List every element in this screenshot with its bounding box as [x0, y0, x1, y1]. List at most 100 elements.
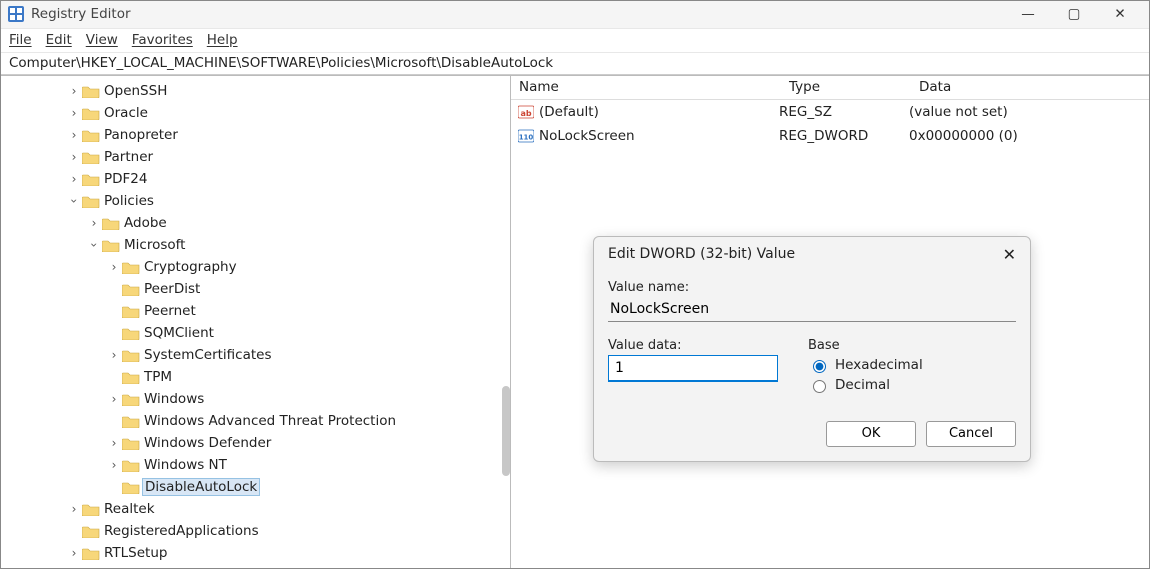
chevron-right-icon[interactable]: › — [106, 260, 122, 274]
chevron-right-icon[interactable]: › — [106, 348, 122, 362]
window-title: Registry Editor — [31, 6, 131, 22]
tree-node-watp[interactable]: Windows Advanced Threat Protection — [1, 410, 510, 432]
tree-node-oracle[interactable]: ›Oracle — [1, 102, 510, 124]
tree-node-realtek[interactable]: ›Realtek — [1, 498, 510, 520]
tree-node-tpm[interactable]: TPM — [1, 366, 510, 388]
folder-icon — [122, 458, 140, 472]
dialog-titlebar: Edit DWORD (32-bit) Value ✕ — [594, 237, 1030, 272]
ok-button[interactable]: OK — [826, 421, 916, 447]
folder-icon — [82, 546, 100, 560]
folder-icon — [82, 106, 100, 120]
value-name-input[interactable] — [608, 297, 1016, 322]
tree-node-pdf24[interactable]: ›PDF24 — [1, 168, 510, 190]
folder-icon — [102, 238, 120, 252]
column-type[interactable]: Type — [781, 76, 911, 99]
title-bar: Registry Editor — ▢ ✕ — [1, 1, 1149, 29]
value-row-nolockscreen[interactable]: NoLockScreen REG_DWORD 0x00000000 (0) — [511, 124, 1149, 148]
close-button[interactable]: ✕ — [1097, 1, 1143, 28]
tree-node-partner[interactable]: ›Partner — [1, 146, 510, 168]
tree-node-systemcertificates[interactable]: ›SystemCertificates — [1, 344, 510, 366]
registry-tree[interactable]: ›OpenSSH ›Oracle ›Panopreter ›Partner ›P… — [1, 76, 510, 568]
chevron-right-icon[interactable]: › — [66, 172, 82, 186]
column-data[interactable]: Data — [911, 76, 1149, 99]
chevron-down-icon[interactable]: › — [67, 193, 81, 209]
folder-icon — [122, 414, 140, 428]
value-data-input[interactable] — [608, 355, 778, 382]
menu-favorites[interactable]: Favorites — [132, 32, 193, 48]
menu-help[interactable]: Help — [207, 32, 238, 48]
radio-hex-input[interactable] — [813, 360, 826, 373]
tree-pane: ›OpenSSH ›Oracle ›Panopreter ›Partner ›P… — [1, 76, 511, 568]
edit-dword-dialog: Edit DWORD (32-bit) Value ✕ Value name: … — [593, 236, 1031, 462]
cancel-button[interactable]: Cancel — [926, 421, 1016, 447]
tree-node-windows-defender[interactable]: ›Windows Defender — [1, 432, 510, 454]
folder-icon — [122, 348, 140, 362]
address-bar[interactable]: Computer\HKEY_LOCAL_MACHINE\SOFTWARE\Pol… — [1, 53, 1149, 75]
chevron-right-icon[interactable]: › — [66, 106, 82, 120]
chevron-right-icon[interactable]: › — [66, 546, 82, 560]
content-area: ›OpenSSH ›Oracle ›Panopreter ›Partner ›P… — [1, 75, 1149, 568]
menu-file[interactable]: File — [9, 32, 32, 48]
app-icon — [7, 5, 25, 23]
tree-node-windows[interactable]: ›Windows — [1, 388, 510, 410]
tree-node-panopreter[interactable]: ›Panopreter — [1, 124, 510, 146]
tree-node-cryptography[interactable]: ›Cryptography — [1, 256, 510, 278]
value-data-label: Value data: — [608, 338, 788, 353]
radio-decimal[interactable]: Decimal — [808, 377, 1016, 393]
chevron-right-icon[interactable]: › — [86, 216, 102, 230]
value-name-label: Value name: — [608, 280, 1016, 295]
value-row-default[interactable]: (Default) REG_SZ (value not set) — [511, 100, 1149, 124]
chevron-right-icon[interactable]: › — [66, 128, 82, 142]
folder-icon — [82, 128, 100, 142]
folder-icon — [122, 282, 140, 296]
folder-icon — [82, 502, 100, 516]
column-headers: Name Type Data — [511, 76, 1149, 100]
menu-view[interactable]: View — [86, 32, 118, 48]
tree-node-registeredapplications[interactable]: RegisteredApplications — [1, 520, 510, 542]
tree-node-policies[interactable]: ›Policies — [1, 190, 510, 212]
folder-icon — [122, 304, 140, 318]
folder-icon — [122, 436, 140, 450]
tree-node-windows-nt[interactable]: ›Windows NT — [1, 454, 510, 476]
folder-icon — [82, 172, 100, 186]
tree-node-disableautolock[interactable]: DisableAutoLock — [1, 476, 510, 498]
folder-icon — [82, 524, 100, 538]
address-path: Computer\HKEY_LOCAL_MACHINE\SOFTWARE\Pol… — [9, 55, 553, 71]
chevron-right-icon[interactable]: › — [66, 502, 82, 516]
folder-icon — [82, 194, 100, 208]
tree-node-openssh[interactable]: ›OpenSSH — [1, 80, 510, 102]
base-label: Base — [808, 338, 1016, 353]
folder-icon — [122, 480, 140, 494]
maximize-button[interactable]: ▢ — [1051, 1, 1097, 28]
tree-node-sqmclient[interactable]: SQMClient — [1, 322, 510, 344]
tree-node-peernet[interactable]: Peernet — [1, 300, 510, 322]
menu-bar: File Edit View Favorites Help — [1, 29, 1149, 53]
values-pane: Name Type Data (Default) REG_SZ (value n… — [511, 76, 1149, 568]
window-root: Registry Editor — ▢ ✕ File Edit View Fav… — [0, 0, 1150, 569]
folder-icon — [82, 150, 100, 164]
chevron-right-icon[interactable]: › — [106, 458, 122, 472]
tree-node-adobe[interactable]: ›Adobe — [1, 212, 510, 234]
chevron-right-icon[interactable]: › — [66, 150, 82, 164]
tree-node-rtlsetup[interactable]: ›RTLSetup — [1, 542, 510, 564]
chevron-right-icon[interactable]: › — [66, 84, 82, 98]
radio-hexadecimal[interactable]: Hexadecimal — [808, 357, 1016, 373]
folder-icon — [82, 84, 100, 98]
folder-icon — [102, 216, 120, 230]
chevron-down-icon[interactable]: › — [87, 237, 101, 253]
scrollbar-thumb[interactable] — [502, 386, 510, 476]
dialog-close-icon[interactable]: ✕ — [1003, 245, 1016, 264]
tree-node-peerdist[interactable]: PeerDist — [1, 278, 510, 300]
minimize-button[interactable]: — — [1005, 1, 1051, 28]
chevron-right-icon[interactable]: › — [106, 436, 122, 450]
folder-icon — [122, 326, 140, 340]
dialog-title: Edit DWORD (32-bit) Value — [608, 246, 1003, 262]
menu-edit[interactable]: Edit — [46, 32, 72, 48]
tree-node-microsoft[interactable]: ›Microsoft — [1, 234, 510, 256]
radio-dec-input[interactable] — [813, 380, 826, 393]
dword-value-icon — [517, 127, 535, 145]
column-name[interactable]: Name — [511, 76, 781, 99]
chevron-right-icon[interactable]: › — [106, 392, 122, 406]
folder-icon — [122, 370, 140, 384]
folder-icon — [122, 260, 140, 274]
